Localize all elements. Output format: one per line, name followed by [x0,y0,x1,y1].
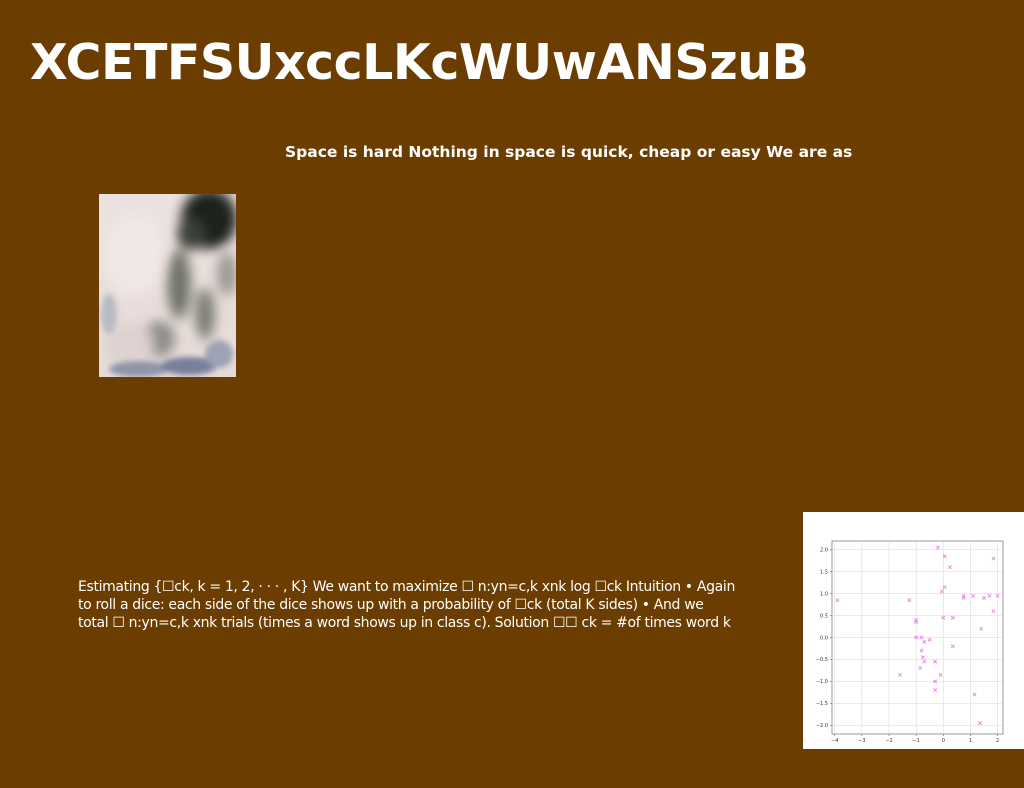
y-tick-label: 0.0 [820,635,828,641]
x-tick-label: 1 [969,738,972,744]
body-line: to roll a dice: each side of the dice sh… [78,597,704,613]
body-text: Estimating {☐ck, k = 1, 2, · · · , K} We… [78,578,748,632]
body-line: total ☐ n:yn=c,k xnk trials (times a wor… [78,615,731,631]
y-tick-label: −2.0 [816,723,828,729]
y-tick-label: 1.0 [820,591,828,597]
scatter-plot: −4 −3 −2 −1 0 1 2 2.0 1.5 1.0 0.5 0.0 −0.5 −1.0 −1.5 −2… [803,512,1024,749]
x-tick-label: −2 [885,738,892,744]
x-tick-label: −1 [912,738,919,744]
slide-title: XCETFSUxccLKcWUwANSzuB [30,34,809,91]
y-tick-label: −1.5 [816,701,828,707]
x-tick-label: −3 [858,738,865,744]
scatter-plot-svg: −4 −3 −2 −1 0 1 2 2.0 1.5 1.0 0.5 0.0 −0.5 −1.0 −1.5 −2… [816,540,1004,744]
slide-subtitle: Space is hard Nothing in space is quick,… [285,143,853,161]
cloud-photo-image [99,194,236,377]
x-tick-label: −4 [831,738,838,744]
x-tick-label: 2 [996,738,999,744]
cloud-photo [99,194,236,377]
y-tick-label: 1.5 [820,570,828,576]
body-line: Estimating {☐ck, k = 1, 2, · · · , K} We… [78,579,735,595]
y-tick-label: −0.5 [816,657,828,663]
x-tick-label: 0 [942,738,945,744]
y-tick-label: −1.0 [816,679,828,685]
y-tick-label: 2.0 [820,548,828,554]
y-tick-label: 0.5 [820,613,828,619]
